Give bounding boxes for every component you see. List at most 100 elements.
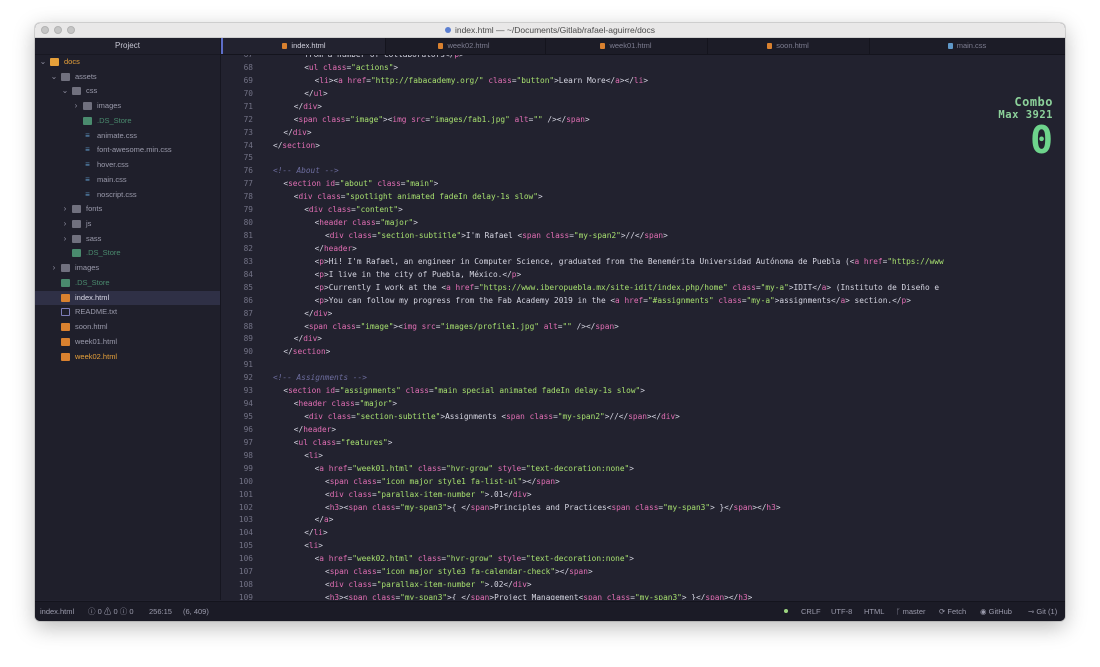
tree-item-label: week02.html [75, 351, 118, 361]
tree-item[interactable]: › fonts [35, 202, 220, 216]
code-line[interactable]: from a number of collaborators</p> [304, 55, 464, 59]
code-line[interactable]: </div> [283, 128, 311, 137]
code-line[interactable]: <h3><span class="my-span3">{ </span>Proj… [325, 593, 752, 600]
code-editor[interactable]: 67 68 69 70 71 72 73 74 75 76 77 78 79 80 81 82 83 84 85 86… [221, 55, 1065, 600]
code-line[interactable]: <div class="content"> [304, 205, 403, 214]
tree-item[interactable]: ⌄ docs [35, 55, 220, 69]
tree-item[interactable]: › js [35, 217, 220, 231]
git-panel-button[interactable]: ⊸ Git (1) [1028, 602, 1057, 621]
code-line[interactable]: <a href="week02.html" class="hvr-grow" s… [315, 554, 634, 563]
tree-item[interactable]: ⌄ css [35, 84, 220, 98]
tree-item[interactable]: ⌄ assets [35, 70, 220, 84]
code-line[interactable]: </a> [315, 515, 334, 524]
code-line[interactable]: <header class="major"> [294, 399, 397, 408]
tree-item[interactable]: .DS_Store [35, 114, 220, 128]
code-line[interactable]: </header> [294, 425, 336, 434]
tree-item[interactable]: .DS_Store [35, 276, 220, 290]
tree-item[interactable]: index.html [35, 290, 220, 305]
fetch-button[interactable]: ⟳ Fetch [939, 602, 966, 621]
code-line[interactable]: <header class="major"> [315, 218, 418, 227]
code-token: header [298, 399, 327, 409]
tree-item[interactable]: ≡ font-awesome.min.css [35, 143, 220, 157]
code-line[interactable]: </section> [283, 347, 330, 356]
chevron-right-icon[interactable]: › [50, 261, 58, 275]
code-line[interactable]: <div class="section-subtitle">Assignment… [304, 412, 680, 421]
tree-item[interactable]: soon.html [35, 320, 220, 334]
status-file-name[interactable]: index.html [40, 602, 74, 621]
tree-item[interactable]: week01.html [35, 335, 220, 349]
tree-item[interactable]: ≡ animate.css [35, 129, 220, 143]
code-line[interactable]: <section id="assignments" class="main sp… [283, 386, 645, 395]
code-line[interactable]: <span class="image"><img src="images/pro… [304, 322, 619, 331]
code-area[interactable]: from a number of collaborators</p> <ul cl… [273, 55, 1065, 600]
branch-selector[interactable]: ᚴ master [896, 602, 926, 621]
code-line[interactable]: </section> [273, 141, 320, 150]
code-line[interactable]: <!-- Assignments --> [273, 373, 367, 382]
code-line[interactable]: <section id="about" class="main"> [283, 179, 438, 188]
code-line[interactable]: <p>You can follow my progress from the F… [315, 296, 911, 305]
code-line[interactable]: <span class="image"><img src="images/fab… [294, 115, 590, 124]
tree-item[interactable]: ≡ main.css [35, 173, 220, 187]
tree-item[interactable]: ≡ hover.css [35, 158, 220, 172]
line-number: 101 [238, 489, 253, 499]
code-line[interactable]: <li><a href="http://fabacademy.org/" cla… [315, 76, 648, 85]
code-line[interactable]: <div class="spotlight animated fadeIn de… [294, 192, 543, 201]
tree-item[interactable]: README.txt [35, 305, 220, 319]
code-line[interactable]: <div class="parallax-item-number ">.01</… [325, 490, 532, 499]
line-ending-selector[interactable]: CRLF [801, 602, 821, 621]
grammar-selector[interactable]: HTML [864, 602, 884, 621]
code-line[interactable]: <div class="parallax-item-number ">.02</… [325, 580, 532, 589]
code-line[interactable]: <h3><span class="my-span3">{ </span>Prin… [325, 503, 781, 512]
code-line[interactable]: <span class="icon major style1 fa-list-u… [325, 477, 560, 486]
tree-item[interactable]: › images [35, 99, 220, 113]
code-line[interactable]: <a href="week01.html" class="hvr-grow" s… [315, 464, 634, 473]
chevron-down-icon[interactable]: ⌄ [50, 70, 58, 84]
code-line[interactable]: </div> [294, 334, 322, 343]
code-line[interactable]: <ul class="features"> [294, 438, 393, 447]
github-panel-button[interactable]: ◉ GitHub [980, 602, 1012, 621]
code-line[interactable]: <p>Currently I work at the <a href="http… [315, 283, 939, 292]
chevron-right-icon[interactable]: › [61, 202, 69, 216]
code-line[interactable]: <span class="icon major style3 fa-calend… [325, 567, 593, 576]
chevron-down-icon[interactable]: ⌄ [39, 55, 47, 69]
code-line[interactable]: <li> [304, 541, 323, 550]
tab-week01-html[interactable]: week01.html [545, 38, 708, 54]
cursor-position[interactable]: 256:15 [149, 602, 172, 621]
code-token: "hvr-grow" [446, 554, 494, 564]
tree-item[interactable]: › sass [35, 232, 220, 246]
chevron-right-icon[interactable]: › [61, 232, 69, 246]
project-panel-title: Project [35, 38, 220, 55]
diagnostics-summary[interactable]: ⓘ 0 ⚠ 0 ⓘ 0 [88, 602, 133, 621]
code-line[interactable]: </div> [294, 102, 322, 111]
chevron-right-icon[interactable]: › [61, 217, 69, 231]
tab-soon-html[interactable]: soon.html [707, 38, 870, 54]
code-line[interactable]: </ul> [304, 89, 327, 98]
tab-index-html[interactable]: index.html [221, 38, 386, 54]
code-token: > [318, 541, 323, 551]
tree-item[interactable]: week02.html [35, 350, 220, 364]
code-line[interactable]: <div class="section-subtitle">I'm Rafael… [325, 231, 668, 240]
code-token: "my-span3" [400, 593, 448, 600]
chevron-down-icon[interactable]: ⌄ [61, 84, 69, 98]
tree-item[interactable]: ≡ noscript.css [35, 188, 220, 202]
code-line[interactable]: <p>Hi! I'm Rafael, an engineer in Comput… [315, 257, 944, 266]
tree-item[interactable]: .DS_Store [35, 246, 220, 260]
code-token: div [298, 192, 313, 202]
code-line[interactable]: <li> [304, 451, 323, 460]
line-number: 92 [243, 373, 253, 383]
code-token: alt [543, 321, 558, 331]
code-line[interactable]: </div> [304, 309, 332, 318]
encoding-selector[interactable]: UTF-8 [831, 602, 852, 621]
code-line[interactable]: </li> [304, 528, 327, 537]
tab-main-css[interactable]: main.css [869, 38, 1065, 54]
code-line[interactable]: <p>I live in the city of Puebla, México.… [315, 270, 522, 279]
chevron-right-icon[interactable]: › [72, 99, 80, 113]
code-token: class [327, 205, 352, 215]
selection-count[interactable]: (6, 409) [183, 602, 209, 621]
tab-label: week02.html [447, 41, 490, 50]
tree-item[interactable]: › images [35, 261, 220, 275]
code-line[interactable]: </header> [315, 244, 357, 253]
code-line[interactable]: <ul class="actions"> [304, 63, 398, 72]
tab-week02-html[interactable]: week02.html [383, 38, 546, 54]
code-line[interactable]: <!-- About --> [273, 166, 339, 175]
